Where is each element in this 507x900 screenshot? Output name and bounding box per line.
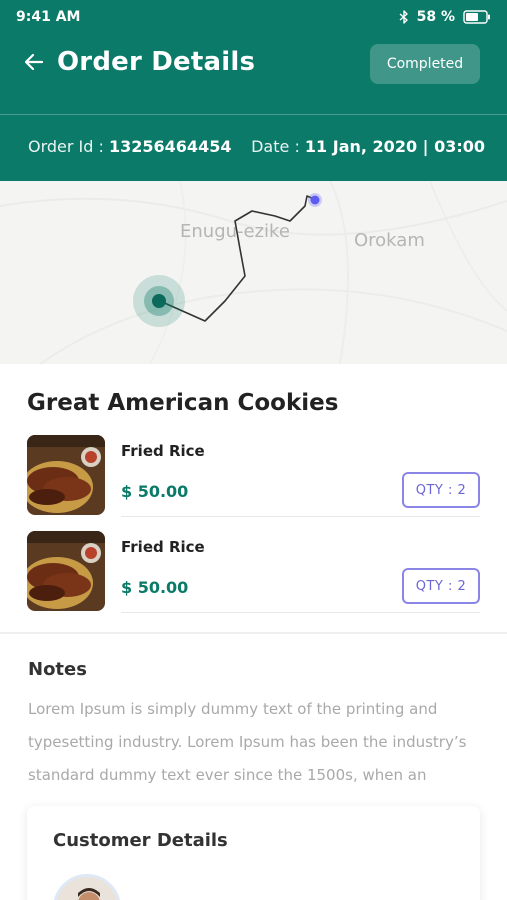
map-canvas <box>0 181 507 364</box>
quantity-badge: QTY : 2 <box>402 472 480 508</box>
store-name: Great American Cookies <box>27 390 339 416</box>
order-meta: Order Id : 13256464454 Date : 11 Jan, 20… <box>0 115 507 181</box>
order-id-label: Order Id : <box>28 137 104 156</box>
item-name: Fried Rice <box>121 442 205 460</box>
status-time: 9:41 AM <box>16 9 81 25</box>
item-divider <box>121 516 480 517</box>
order-item[interactable]: Fried Rice $ 50.00 QTY : 2 <box>27 435 480 531</box>
order-item[interactable]: Fried Rice $ 50.00 QTY : 2 <box>27 531 480 627</box>
order-date-value: 11 Jan, 2020 | 03:00 <box>304 137 485 156</box>
order-date-label: Date : <box>251 137 300 156</box>
notes-title: Notes <box>28 659 87 680</box>
item-divider <box>121 612 480 613</box>
item-price: $ 50.00 <box>121 578 189 597</box>
status-bar: 9:41 AM 58 % <box>0 0 507 36</box>
destination-marker <box>310 195 320 205</box>
avatar[interactable] <box>53 874 121 900</box>
route-map[interactable]: Enugu-ezike Orokam <box>0 181 507 364</box>
page-title: Order Details <box>57 47 256 77</box>
left-arrow-icon[interactable] <box>22 50 46 74</box>
customer-details-card: Customer Details <box>27 806 480 900</box>
order-id: Order Id : 13256464454 <box>28 137 231 156</box>
battery-icon <box>463 10 491 24</box>
header: 9:41 AM 58 % Order Details Completed Ord… <box>0 0 507 181</box>
order-status-badge: Completed <box>370 44 480 84</box>
notes-text: Lorem Ipsum is simply dummy text of the … <box>28 700 467 784</box>
battery-percent: 58 % <box>416 9 455 25</box>
title-row: Order Details Completed <box>0 36 507 114</box>
section-divider <box>0 632 507 634</box>
customer-details-title: Customer Details <box>53 830 228 851</box>
order-id-value: 13256464454 <box>109 137 232 156</box>
food-photo <box>27 531 105 611</box>
food-photo <box>27 435 105 515</box>
map-label-orokam: Orokam <box>354 230 425 251</box>
map-label-enugu-ezike: Enugu-ezike <box>180 221 290 242</box>
bluetooth-icon <box>399 10 409 24</box>
origin-marker <box>152 294 166 308</box>
order-date: Date : 11 Jan, 2020 | 03:00 <box>251 137 485 156</box>
status-right: 58 % <box>399 9 491 25</box>
item-price: $ 50.00 <box>121 482 189 501</box>
quantity-badge: QTY : 2 <box>402 568 480 604</box>
item-name: Fried Rice <box>121 538 205 556</box>
